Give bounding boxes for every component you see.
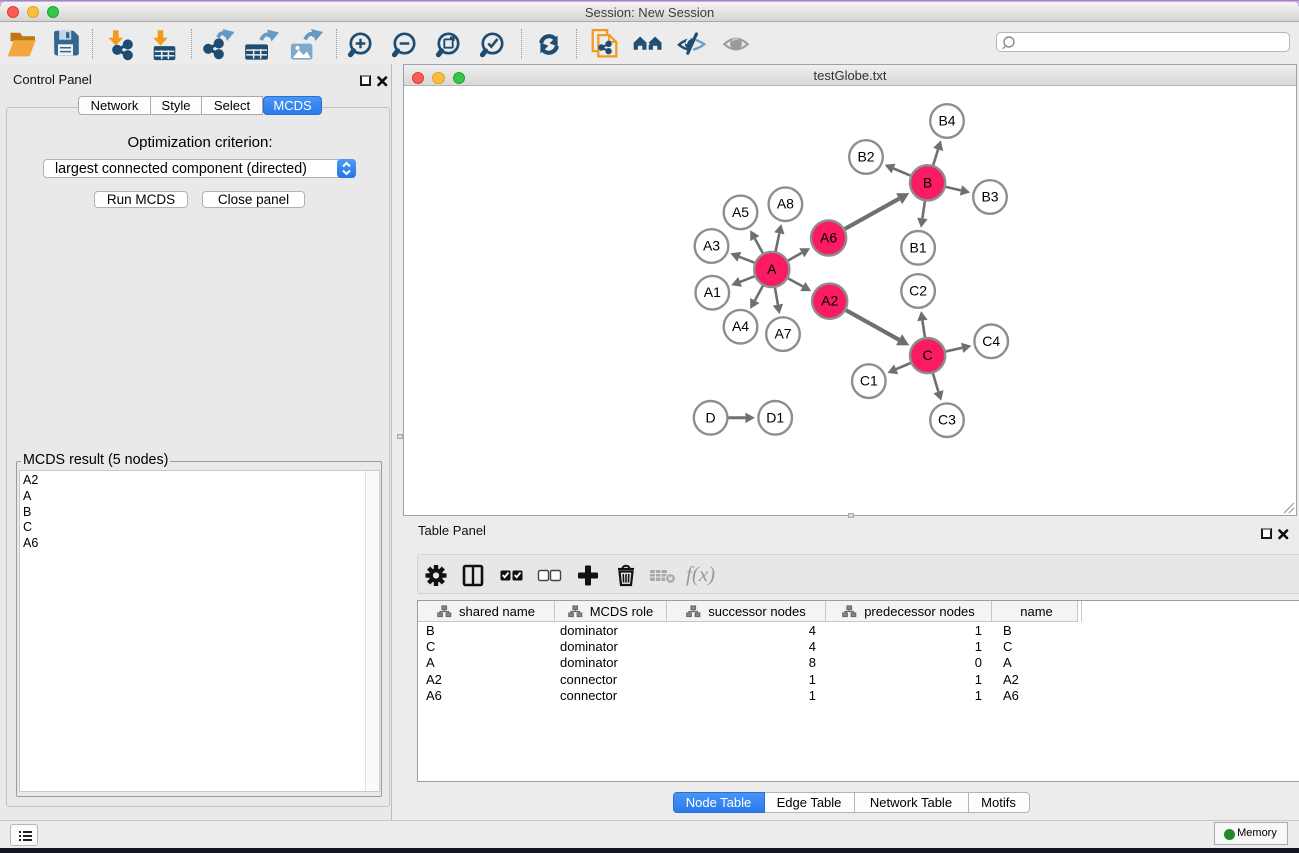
svg-text:A4: A4 <box>732 318 749 334</box>
svg-text:B: B <box>923 174 932 190</box>
svg-text:A7: A7 <box>774 326 791 342</box>
svg-text:D1: D1 <box>766 409 784 425</box>
svg-text:A8: A8 <box>777 196 794 212</box>
svg-text:A2: A2 <box>821 293 838 309</box>
svg-text:C: C <box>923 347 933 363</box>
svg-text:D: D <box>706 409 716 425</box>
svg-text:B1: B1 <box>910 239 927 255</box>
svg-text:B3: B3 <box>981 189 998 205</box>
svg-text:B2: B2 <box>857 149 874 165</box>
svg-text:A5: A5 <box>732 204 749 220</box>
svg-text:A1: A1 <box>704 284 721 300</box>
svg-text:A3: A3 <box>703 238 720 254</box>
svg-text:B4: B4 <box>938 113 955 129</box>
svg-text:A: A <box>767 261 777 277</box>
svg-text:C3: C3 <box>938 412 956 428</box>
svg-text:C2: C2 <box>909 283 927 299</box>
svg-text:C1: C1 <box>860 373 878 389</box>
svg-text:C4: C4 <box>982 333 1000 349</box>
svg-text:A6: A6 <box>820 230 837 246</box>
